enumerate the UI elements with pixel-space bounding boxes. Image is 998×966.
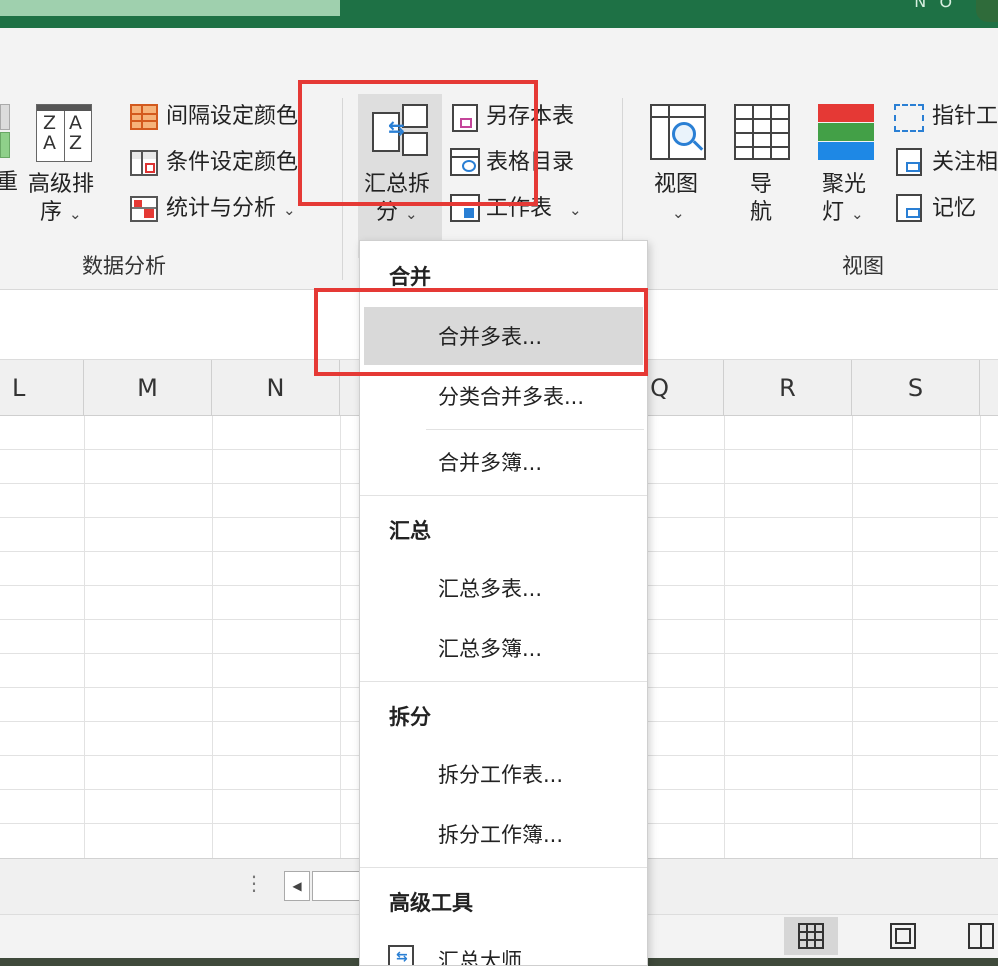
menu-section-split: 拆分 xyxy=(389,705,431,729)
normal-view-button[interactable] xyxy=(784,917,838,955)
prev-sheet-button[interactable]: ◀ xyxy=(284,871,310,901)
stats-analysis-button[interactable]: 统计与分析 ⌄ xyxy=(166,196,296,223)
memory-button[interactable]: 记忆 xyxy=(932,196,976,222)
view-button[interactable]: 视图 xyxy=(654,172,698,198)
window-corner-decoration xyxy=(976,0,998,22)
spotlight-icon xyxy=(818,104,874,160)
view-group-label: 视图 xyxy=(842,254,884,278)
page-layout-icon xyxy=(890,923,916,949)
view-magnifier-icon xyxy=(650,104,706,160)
stats-analysis-icon xyxy=(130,196,158,222)
page-break-icon xyxy=(968,923,994,949)
sort-button-line2[interactable]: 序 ⌄ xyxy=(40,200,82,227)
highlight-summarize-split-button xyxy=(298,80,538,206)
summarize-multiple-workbooks-item[interactable]: 汇总多簿... xyxy=(364,619,643,677)
grid-view-icon xyxy=(798,923,824,949)
pointer-tool-icon xyxy=(894,104,924,132)
page-break-view-button[interactable] xyxy=(956,917,998,955)
menu-section-summary: 汇总 xyxy=(389,519,431,543)
menu-divider xyxy=(426,429,644,430)
column-header-l[interactable]: L xyxy=(0,360,84,416)
menu-section-merge: 合并 xyxy=(389,265,431,289)
column-header-s[interactable]: S xyxy=(852,360,980,416)
menu-divider xyxy=(360,495,647,496)
memory-icon xyxy=(896,194,922,222)
sort-button[interactable]: 高级排 xyxy=(28,172,94,198)
focus-button[interactable]: 关注相 xyxy=(932,150,998,176)
left-arrow-icon: ◀ xyxy=(292,879,302,893)
spotlight-button[interactable]: 聚光 xyxy=(822,172,866,198)
active-window-tab[interactable] xyxy=(0,0,340,16)
navigation-grid-icon xyxy=(734,104,790,160)
menu-divider xyxy=(360,681,647,682)
chevron-down-icon: ⌄ xyxy=(283,201,296,219)
sort-az-icon: ZA AZ xyxy=(36,104,92,162)
menu-divider xyxy=(360,867,647,868)
data-analysis-group-label: 数据分析 xyxy=(82,254,166,278)
navigation-button[interactable]: 导 xyxy=(750,172,772,198)
focus-icon xyxy=(896,148,922,176)
menu-section-advanced-tools: 高级工具 xyxy=(389,891,473,915)
split-worksheet-item[interactable]: 拆分工作表... xyxy=(364,745,643,803)
partial-button-label[interactable]: 重 xyxy=(0,170,18,196)
more-options-icon[interactable]: ⋮ xyxy=(244,871,264,895)
merge-multiple-workbooks-item[interactable]: 合并多簿... xyxy=(364,433,643,491)
chevron-down-icon: ⌄ xyxy=(405,205,418,223)
chevron-down-icon: ⌄ xyxy=(569,201,582,219)
chevron-down-icon: ⌄ xyxy=(851,205,864,223)
navigation-button-line2[interactable]: 航 xyxy=(750,200,772,226)
condition-color-icon xyxy=(130,150,158,176)
summarize-multiple-sheets-item[interactable]: 汇总多表... xyxy=(364,559,643,617)
column-header-r[interactable]: R xyxy=(724,360,852,416)
chevron-down-icon: ⌄ xyxy=(69,205,82,223)
chevron-down-icon[interactable]: ⌄ xyxy=(672,200,685,226)
interval-color-icon xyxy=(130,104,158,130)
condition-color-button[interactable]: 条件设定颜色 xyxy=(166,150,298,176)
summary-master-icon: ⇆ xyxy=(388,945,414,965)
column-header-m[interactable]: M xyxy=(84,360,212,416)
split-workbook-item[interactable]: 拆分工作簿... xyxy=(364,805,643,863)
highlight-merge-multiple-sheets-item xyxy=(314,288,648,376)
pointer-tool-button[interactable]: 指针工 xyxy=(932,104,998,130)
page-layout-view-button[interactable] xyxy=(876,917,930,955)
spotlight-button-line2[interactable]: 灯 ⌄ xyxy=(822,200,864,227)
sheet-tab-area[interactable] xyxy=(312,871,360,901)
interval-color-button[interactable]: 间隔设定颜色 xyxy=(166,104,298,130)
partial-left-icon xyxy=(0,104,12,160)
title-corner-text: N⁻ ℧ xyxy=(914,0,952,11)
title-bar: N⁻ ℧ xyxy=(0,0,998,28)
